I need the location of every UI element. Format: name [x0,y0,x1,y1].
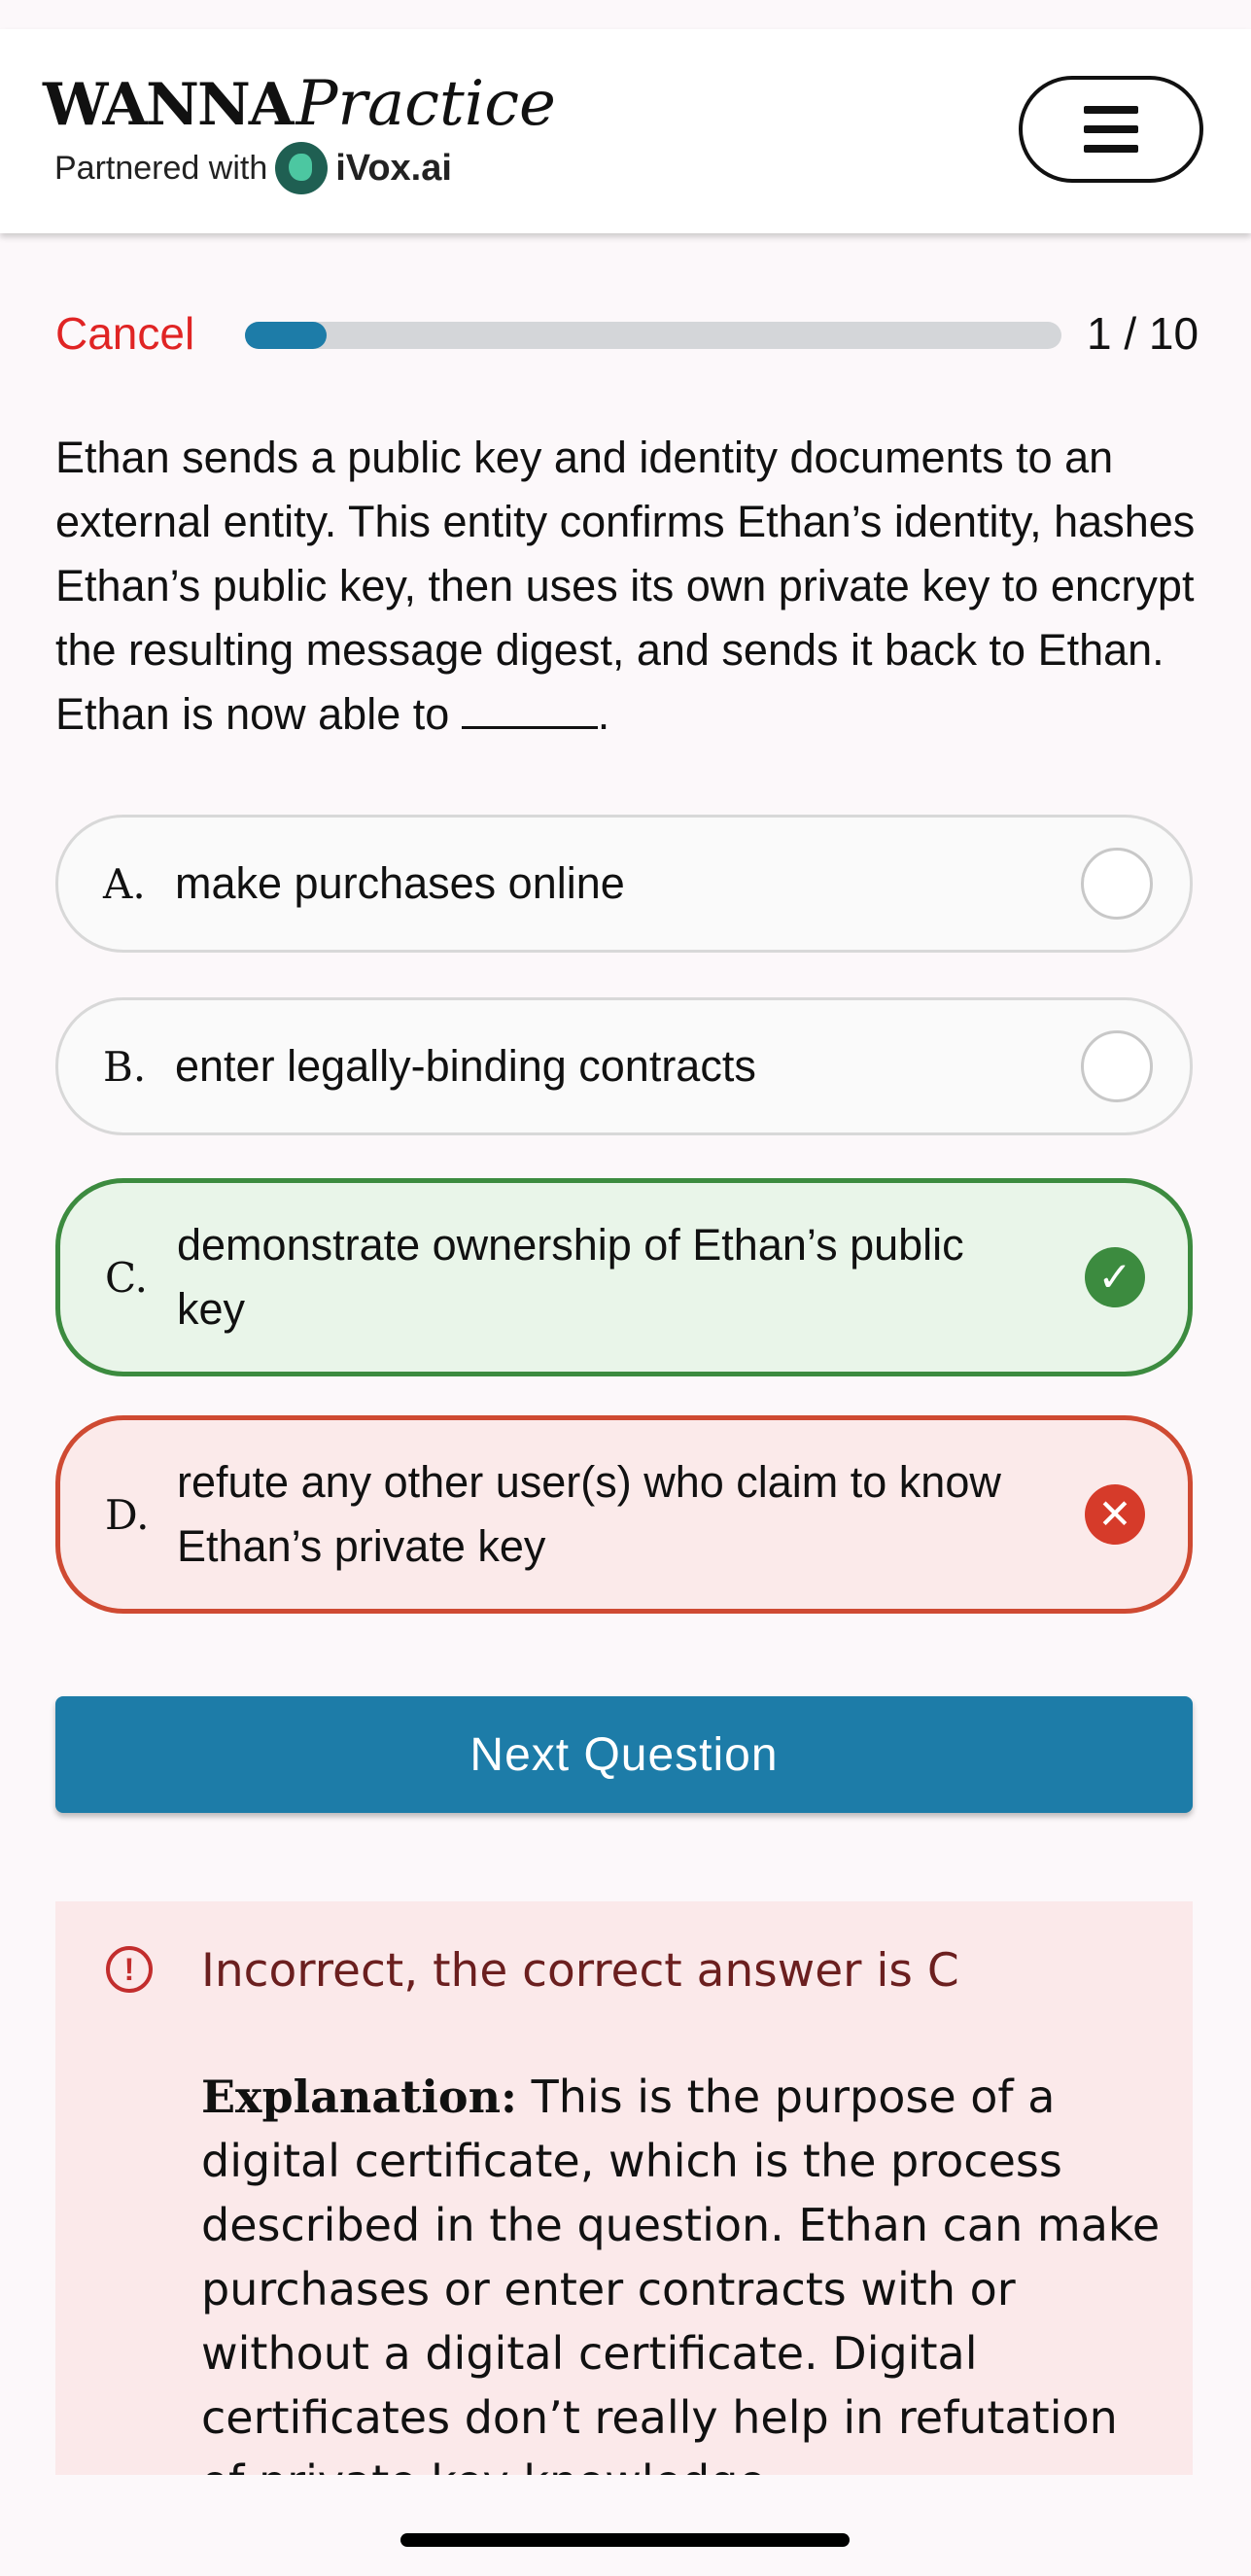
question-end: . [597,689,610,739]
partnered-label: Partnered with [54,149,268,187]
option-d[interactable]: D. refute any other user(s) who claim to… [55,1415,1193,1614]
app-header: WANNAPractice Partnered with iVox.ai [0,29,1251,233]
hamburger-menu-icon [1084,106,1138,114]
option-c[interactable]: C. demonstrate ownership of Ethan’s publ… [55,1178,1193,1376]
question-text: Ethan sends a public key and identity do… [55,426,1202,747]
option-letter: B. [103,1042,147,1091]
option-text: demonstrate ownership of Ethan’s public … [177,1220,964,1334]
cancel-link[interactable]: Cancel [55,307,194,360]
menu-button[interactable] [1019,76,1203,183]
brand-logo[interactable]: WANNAPractice [43,68,556,140]
hamburger-menu-icon-line [1084,145,1138,153]
option-letter: D. [105,1490,150,1539]
progress-bar [245,322,1061,349]
explanation-label: Explanation: [201,2071,518,2123]
option-text: make purchases online [175,858,625,908]
check-circle-icon: ✓ [1085,1247,1145,1307]
option-a[interactable]: A. make purchases online [55,815,1193,953]
radio-icon[interactable] [1081,1030,1153,1102]
radio-icon[interactable] [1081,848,1153,920]
feedback-title: Incorrect, the correct answer is C [201,1944,959,1998]
partner-name: iVox.ai [335,147,452,189]
feedback-panel: ! Incorrect, the correct answer is C Exp… [55,1901,1193,2475]
explanation-text: This is the purpose of a digital certifi… [201,2071,1161,2475]
explanation: Explanation: This is the purpose of a di… [201,2065,1164,2475]
option-letter: C. [105,1253,148,1302]
option-b[interactable]: B. enter legally-binding contracts [55,997,1193,1135]
brand-word: WANNA [43,71,294,139]
x-circle-icon: ✕ [1085,1484,1145,1545]
question-stem: Ethan sends a public key and identity do… [55,433,1196,739]
home-indicator [400,2533,850,2547]
option-text: refute any other user(s) who claim to kn… [177,1457,1001,1571]
exclamation-circle-icon: ! [106,1946,153,1993]
option-text: enter legally-binding contracts [175,1041,756,1091]
next-question-button[interactable]: Next Question [55,1696,1193,1813]
progress-counter: 1 / 10 [1087,308,1199,359]
ivox-logo-icon [275,142,329,194]
brand-script: Practice [295,68,556,140]
partner-line: Partnered with iVox.ai [54,142,452,194]
progress-fill [245,322,327,349]
option-letter: A. [103,859,146,908]
answer-blank [461,683,598,729]
hamburger-menu-icon-line [1084,125,1138,133]
status-bar-area [0,0,1251,29]
